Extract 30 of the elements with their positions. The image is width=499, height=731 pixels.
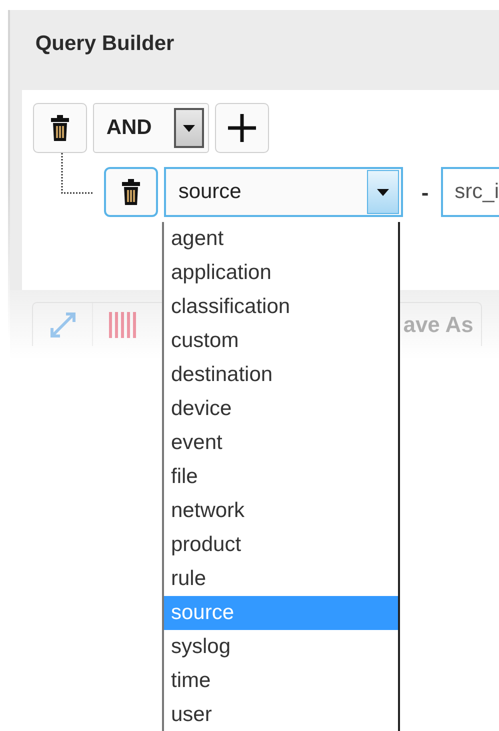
dropdown-option[interactable]: rule [164,562,398,596]
operator-select[interactable]: AND [93,103,210,153]
dropdown-option[interactable]: user [164,698,398,731]
expand-icon [48,310,78,340]
caret-icon [377,188,390,196]
value-input[interactable]: src_i [440,167,499,217]
dropdown-option[interactable]: event [164,426,398,460]
delete-rule-button[interactable] [104,167,158,217]
trash-icon [122,179,140,205]
plus-icon [227,113,258,143]
caret-icon [183,124,196,132]
dropdown-option[interactable]: file [164,460,398,494]
trash-icon [51,115,70,141]
panel-title: Query Builder [35,31,176,57]
dropdown-option[interactable]: product [164,528,398,562]
columns-icon [109,312,138,338]
connector-line [61,153,94,194]
dropdown-option[interactable]: time [164,664,398,698]
delete-group-button[interactable] [33,103,88,153]
field-select[interactable]: source [164,167,404,217]
dropdown-option[interactable]: classification [164,290,398,324]
dropdown-option[interactable]: custom [164,324,398,358]
separator-text: - [421,178,429,206]
dropdown-option[interactable]: destination [164,358,398,392]
dropdown-option[interactable]: application [164,256,398,290]
add-rule-button[interactable] [215,103,270,153]
dropdown-option[interactable]: network [164,494,398,528]
dropdown-option[interactable]: device [164,392,398,426]
dropdown-option[interactable]: syslog [164,630,398,664]
dropdown-option[interactable]: agent [164,222,398,256]
